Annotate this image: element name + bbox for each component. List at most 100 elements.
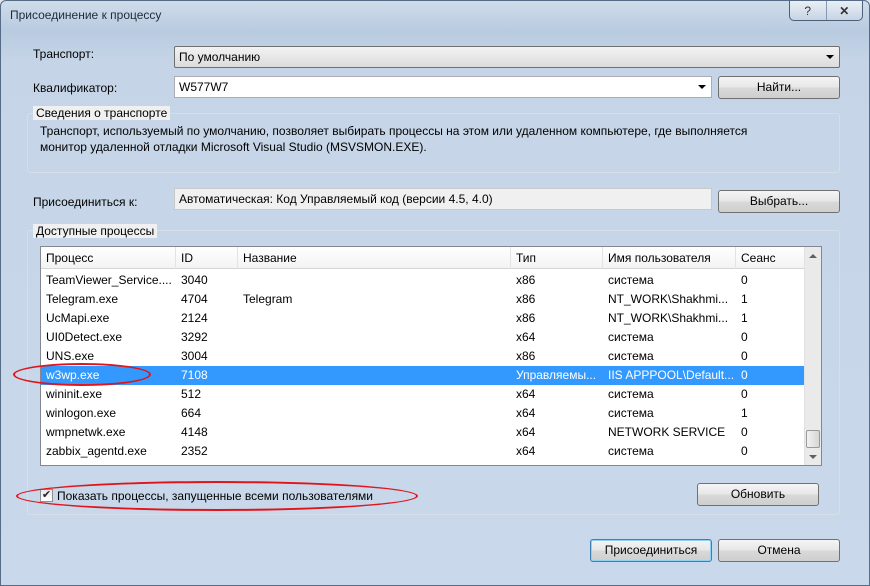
column-header-type[interactable]: Тип xyxy=(511,247,603,269)
table-row[interactable]: UI0Detect.exe 3292 x64 система 0 xyxy=(41,328,821,347)
find-button[interactable]: Найти... xyxy=(718,76,840,99)
scroll-thumb[interactable] xyxy=(806,430,820,448)
cell-title xyxy=(238,404,511,423)
table-row-selected[interactable]: w3wp.exe 7108 Управляемы... IIS APPPOOL\Def… xyxy=(41,366,821,385)
column-header-title[interactable]: Название xyxy=(238,247,511,269)
attach-to-label: Присоединиться к: xyxy=(33,195,138,209)
cell-type: x86 xyxy=(516,292,536,306)
close-icon[interactable]: ✕ xyxy=(825,1,863,20)
cell-id: 664 xyxy=(181,406,202,420)
cell-title xyxy=(238,271,511,290)
transport-info-heading: Сведения о транспорте xyxy=(33,106,171,120)
cell-title xyxy=(238,442,511,461)
table-row[interactable]: wmpnetwk.exe 4148 x64 NETWORK SERVICE 0 xyxy=(41,423,821,442)
cell-type: x86 xyxy=(516,273,536,287)
qualifier-label: Квалификатор: xyxy=(33,81,118,95)
transport-label: Транспорт: xyxy=(33,47,95,61)
cell-process: w3wp.exe xyxy=(46,368,100,382)
cell-user: IIS APPPOOL\Default... xyxy=(608,368,735,382)
window-title: Присоединение к процессу xyxy=(10,8,162,22)
cell-title xyxy=(238,423,511,442)
cell-id: 2352 xyxy=(181,444,208,458)
process-list[interactable]: Процесс ID Название Тип Имя пользователя… xyxy=(40,246,822,466)
cell-type: Управляемы... xyxy=(516,368,597,382)
cell-id: 4704 xyxy=(181,292,208,306)
refresh-button[interactable]: Обновить xyxy=(697,483,819,506)
cell-session: 0 xyxy=(741,425,748,439)
cell-id: 4148 xyxy=(181,425,208,439)
cell-type: x64 xyxy=(516,330,536,344)
cell-process: UcMapi.exe xyxy=(46,311,110,325)
cell-process: UI0Detect.exe xyxy=(46,330,123,344)
cell-process: winlogon.exe xyxy=(46,406,117,420)
table-row[interactable]: wininit.exe 512 x64 система 0 xyxy=(41,385,821,404)
cell-id: 7108 xyxy=(181,368,208,382)
cell-user: система xyxy=(608,444,654,458)
column-header-user[interactable]: Имя пользователя xyxy=(603,247,736,269)
cell-session: 0 xyxy=(741,349,748,363)
qualifier-input[interactable]: W577W7 xyxy=(174,76,712,98)
cell-process: zabbix_agentd.exe xyxy=(46,444,147,458)
cancel-button[interactable]: Отмена xyxy=(718,539,840,562)
cell-type: x64 xyxy=(516,406,536,420)
cell-title xyxy=(238,366,511,385)
cell-user: система xyxy=(608,387,654,401)
transport-dropdown[interactable]: По умолчанию xyxy=(174,46,840,68)
cell-session: 0 xyxy=(741,368,748,382)
cell-type: x64 xyxy=(516,425,536,439)
cell-type: x64 xyxy=(516,444,536,458)
cell-process: wmpnetwk.exe xyxy=(46,425,126,439)
column-header-session[interactable]: Сеанс xyxy=(736,247,806,269)
process-list-header: Процесс ID Название Тип Имя пользователя… xyxy=(41,247,821,269)
cell-session: 0 xyxy=(741,444,748,458)
title-buttons: ? ✕ xyxy=(789,1,863,21)
cell-type: x86 xyxy=(516,311,536,325)
cell-title xyxy=(238,309,511,328)
checkmark-icon: ✔ xyxy=(41,489,52,501)
transport-value: По умолчанию xyxy=(179,50,261,64)
attach-button[interactable]: Присоединиться xyxy=(590,539,712,562)
show-all-users-checkbox[interactable]: ✔ xyxy=(40,489,53,502)
process-list-scrollbar[interactable] xyxy=(804,247,821,465)
cell-title xyxy=(238,328,511,347)
column-header-id[interactable]: ID xyxy=(176,247,238,269)
cell-session: 0 xyxy=(741,273,748,287)
cell-id: 3004 xyxy=(181,349,208,363)
table-row[interactable]: winlogon.exe 664 x64 система 1 xyxy=(41,404,821,423)
scroll-up-icon[interactable] xyxy=(805,247,821,264)
cell-user: система xyxy=(608,273,654,287)
attach-to-value: Автоматическая: Код Управляемый код (вер… xyxy=(174,188,712,210)
cell-title: Telegram xyxy=(243,292,293,306)
column-header-process[interactable]: Процесс xyxy=(41,247,176,269)
cell-session: 1 xyxy=(741,406,748,420)
help-icon[interactable]: ? xyxy=(790,1,826,20)
table-row[interactable]: UNS.exe 3004 x86 система 0 xyxy=(41,347,821,366)
cell-id: 3292 xyxy=(181,330,208,344)
table-row[interactable]: TeamViewer_Service.... 3040 x86 система 0 xyxy=(41,271,821,290)
transport-info-line1: Транспорт, используемый по умолчанию, по… xyxy=(40,124,748,138)
cell-process: Telegram.exe xyxy=(46,292,119,306)
table-row[interactable]: Telegram.exe 4704 Telegram x86 NT_WORK\Shakh… xyxy=(41,290,821,309)
qualifier-value: W577W7 xyxy=(179,80,229,94)
cell-type: x86 xyxy=(516,349,536,363)
show-all-users-label[interactable]: Показать процессы, запущенные всеми поль… xyxy=(57,489,373,503)
cell-session: 0 xyxy=(741,330,748,344)
scroll-down-icon[interactable] xyxy=(805,448,821,465)
cell-session: 1 xyxy=(741,292,748,306)
title-bar[interactable]: Присоединение к процессу ? ✕ xyxy=(1,1,869,31)
cell-id: 512 xyxy=(181,387,202,401)
select-code-type-button[interactable]: Выбрать... xyxy=(718,190,840,213)
cell-user: система xyxy=(608,349,654,363)
table-row[interactable]: UcMapi.exe 2124 x86 NT_WORK\Shakhmi... 1 xyxy=(41,309,821,328)
cell-user: система xyxy=(608,406,654,420)
table-row[interactable]: zabbix_agentd.exe 2352 x64 система 0 xyxy=(41,442,821,461)
cell-title xyxy=(238,385,511,404)
transport-info-line2: монитор удаленной отладки Microsoft Visu… xyxy=(40,140,427,154)
cell-process: UNS.exe xyxy=(46,349,95,363)
cell-session: 1 xyxy=(741,311,748,325)
available-processes-heading: Доступные процессы xyxy=(33,224,158,238)
cell-user: система xyxy=(608,330,654,344)
chevron-down-icon[interactable] xyxy=(698,85,706,89)
cell-user: NT_WORK\Shakhmi... xyxy=(608,292,729,306)
cell-process: wininit.exe xyxy=(46,387,103,401)
